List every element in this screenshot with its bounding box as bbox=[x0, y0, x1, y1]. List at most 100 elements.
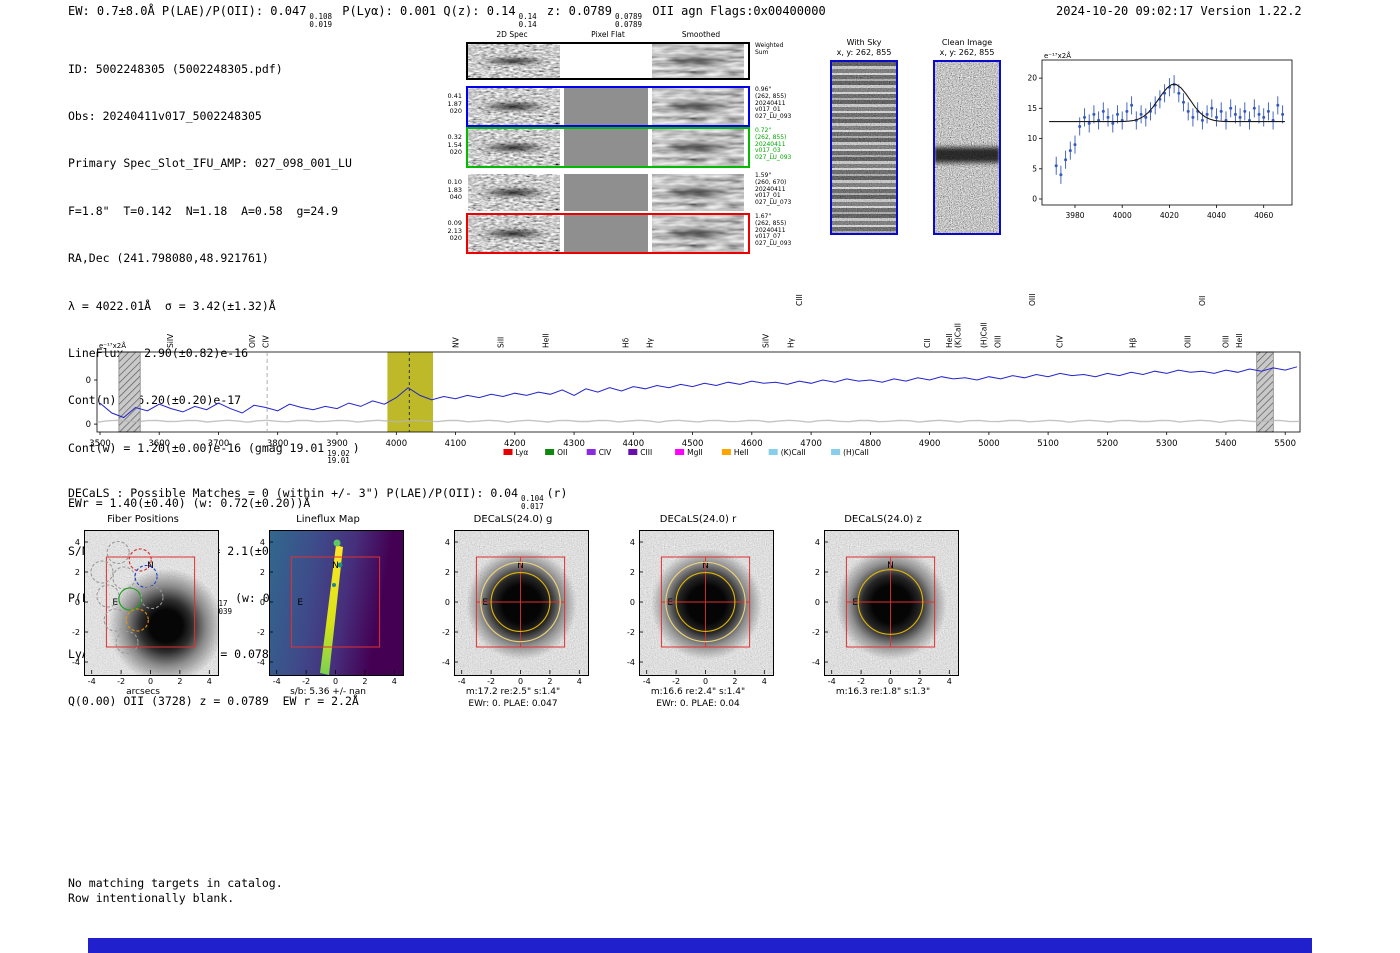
svg-text:4040: 4040 bbox=[1207, 211, 1226, 220]
info-line-ifu: Primary Spec_Slot_IFU_AMP: 027_098_001_L… bbox=[68, 156, 352, 171]
panel-caption-mag: m:16.6 re:2.4" s:1.4" bbox=[650, 687, 746, 697]
lineflux-map-panel: Lineflux Map -4 -4 -2 -2 0 0 2 2 4 4 N E s/b: 5.36 … bbox=[243, 512, 413, 712]
svg-text:Hδ: Hδ bbox=[622, 337, 631, 348]
svg-text:3700: 3700 bbox=[208, 439, 230, 449]
svg-text:0: 0 bbox=[333, 677, 338, 686]
spec2d-row-scale-labels: 0.09 2.13 020 bbox=[447, 219, 462, 242]
svg-text:-4: -4 bbox=[273, 677, 281, 686]
lineflux-map-overlay: -4 -4 -2 -2 0 0 2 2 4 4 N E bbox=[257, 538, 397, 686]
svg-text:-2: -2 bbox=[302, 677, 310, 686]
svg-text:CII: CII bbox=[923, 338, 932, 348]
spec2d-row-annotation: 1.67" (262, 855) 20240411 v017_07 027_LU_093 bbox=[755, 213, 792, 248]
svg-text:CIV: CIV bbox=[261, 335, 270, 348]
svg-text:0: 0 bbox=[703, 677, 708, 686]
svg-text:E: E bbox=[482, 598, 488, 608]
pixel-flat-image bbox=[564, 129, 648, 166]
svg-text:0: 0 bbox=[815, 598, 820, 607]
plya-qz-summary: P(Lyα): 0.001 Q(z): 0.14 bbox=[342, 4, 516, 18]
svg-text:e⁻¹⁷x2Å: e⁻¹⁷x2Å bbox=[99, 341, 126, 350]
qz-frac: 0.14 0.14 bbox=[518, 12, 537, 29]
svg-text:SiIV: SiIV bbox=[761, 333, 770, 348]
svg-text:(H)CaII: (H)CaII bbox=[843, 448, 869, 457]
svg-text:0: 0 bbox=[888, 677, 893, 686]
svg-text:-2: -2 bbox=[72, 628, 80, 637]
svg-text:4: 4 bbox=[815, 538, 820, 547]
svg-text:0: 0 bbox=[260, 598, 265, 607]
svg-text:5: 5 bbox=[1032, 164, 1037, 173]
svg-text:CIV: CIV bbox=[599, 448, 612, 457]
info-line-seeing: F=1.8" T=0.142 N=1.18 A=0.58 g=24.9 bbox=[68, 203, 339, 218]
panel-caption-mag: m:16.3 re:1.8" s:1.3" bbox=[835, 687, 931, 697]
svg-text:(H)CaII: (H)CaII bbox=[980, 322, 989, 348]
svg-text:4900: 4900 bbox=[919, 439, 941, 449]
footer-note-2: Row intentionally blank. bbox=[68, 891, 235, 905]
decals-g-overlay: -4-4-2-2002244NE bbox=[442, 538, 582, 686]
svg-text:4: 4 bbox=[630, 538, 635, 547]
svg-text:4: 4 bbox=[445, 538, 450, 547]
svg-text:MgII: MgII bbox=[687, 448, 703, 457]
info-line-radec: RA,Dec (241.798080,48.921761) bbox=[68, 251, 269, 266]
panel-caption-plae: EWr: 0. PLAE: 0.047 bbox=[468, 699, 558, 709]
info-line-obs: Obs: 20240411v017_5002248305 bbox=[68, 108, 262, 123]
svg-text:-2: -2 bbox=[627, 628, 635, 637]
svg-text:E: E bbox=[112, 598, 118, 608]
svg-text:CIII: CIII bbox=[795, 294, 804, 306]
info-line-id: ID: 5002248305 (5002248305.pdf) bbox=[68, 61, 283, 76]
svg-text:HeII: HeII bbox=[734, 448, 749, 457]
svg-text:2: 2 bbox=[732, 677, 737, 686]
clean-image bbox=[933, 60, 1001, 235]
ew-plae-summary: EW: 0.7±8.0Å P(LAE)/P(OII): 0.047 bbox=[68, 4, 307, 18]
svg-text:2: 2 bbox=[815, 568, 820, 577]
svg-text:OII: OII bbox=[1198, 296, 1207, 306]
spec2d-row: 0.32 1.54 020 0.72" (262, 855) 20240411 v017_0… bbox=[433, 127, 803, 168]
col-title-pixelflat: Pixel Flat bbox=[591, 30, 625, 39]
svg-text:0: 0 bbox=[86, 420, 91, 430]
elixer-report-page: EW: 0.7±8.0Å P(LAE)/P(OII): 0.047 0.108 0.… bbox=[0, 0, 1400, 953]
pixel-flat-image bbox=[564, 215, 648, 252]
svg-text:20: 20 bbox=[1027, 74, 1037, 83]
svg-text:-2: -2 bbox=[857, 677, 865, 686]
svg-text:HeII: HeII bbox=[542, 333, 551, 348]
line-fit-plot: 0 5 10 15 20 3980 4000 4020 4040 4060 e⁻¹⁷x2Å bbox=[1027, 51, 1293, 220]
svg-text:4: 4 bbox=[207, 677, 212, 686]
svg-text:-4: -4 bbox=[257, 658, 265, 667]
svg-text:N: N bbox=[332, 561, 339, 571]
pixel-flat-image bbox=[564, 174, 648, 211]
spec2d-row-scale-labels: 0.32 1.54 020 bbox=[447, 133, 462, 156]
svg-text:E: E bbox=[667, 598, 673, 608]
svg-text:OIII: OIII bbox=[1221, 335, 1230, 348]
svg-text:-4: -4 bbox=[458, 677, 466, 686]
svg-text:4: 4 bbox=[260, 538, 265, 547]
svg-text:SiII: SiII bbox=[497, 337, 506, 348]
svg-text:3500: 3500 bbox=[89, 439, 111, 449]
svg-text:CIII: CIII bbox=[640, 448, 652, 457]
spec2d-row: 0.09 2.13 020 1.67" (262, 855) 20240411 v017_0… bbox=[433, 213, 803, 254]
svg-text:-4: -4 bbox=[643, 677, 651, 686]
svg-text:-2: -2 bbox=[487, 677, 495, 686]
decals-g-panel: DECaLS(24.0) g -4-4-2-2002244NE m:17.2 r… bbox=[428, 512, 598, 712]
panel-caption-plae: EWr: 0. PLAE: 0.04 bbox=[656, 699, 740, 709]
full-spectrum-plot: 3500 3600 3700 3800 3900 4000 4100 4200 4300 4400… bbox=[85, 293, 1301, 457]
svg-text:15: 15 bbox=[1027, 104, 1037, 113]
svg-text:(K)CaII: (K)CaII bbox=[953, 323, 962, 348]
svg-text:5200: 5200 bbox=[1097, 439, 1119, 449]
svg-text:4000: 4000 bbox=[385, 439, 407, 449]
svg-text:4: 4 bbox=[577, 677, 582, 686]
svg-text:-2: -2 bbox=[257, 628, 265, 637]
fiber-positions-overlay: -4-4-2-2002244NE bbox=[72, 538, 212, 686]
svg-text:0: 0 bbox=[445, 598, 450, 607]
svg-text:3900: 3900 bbox=[326, 439, 348, 449]
spec2d-row-annotation: 0.72" (262, 855) 20240411 v017_03 027_LU_093 bbox=[755, 127, 792, 162]
spec2d-row-annotation: 1.59" (260, 670) 20240411 v017_01 027_LU_073 bbox=[755, 172, 792, 207]
twod-spec-image bbox=[468, 44, 560, 78]
classification-flags: OII agn Flags:0x00400000 bbox=[652, 4, 826, 18]
weighted-sum-label: Weighted Sum bbox=[755, 42, 784, 56]
svg-text:-2: -2 bbox=[672, 677, 680, 686]
svg-text:5500: 5500 bbox=[1274, 439, 1296, 449]
panel-xlabel: s/b: 5.36 +/- nan bbox=[290, 687, 366, 697]
svg-text:OIV: OIV bbox=[248, 334, 257, 348]
svg-text:5100: 5100 bbox=[1037, 439, 1059, 449]
clean-image-coords: x, y: 262, 855 bbox=[939, 48, 995, 57]
twod-spectra-panel: 2D Spec Pixel Flat Smoothed Weighted Sum… bbox=[433, 30, 803, 262]
twod-spec-image bbox=[468, 174, 560, 211]
